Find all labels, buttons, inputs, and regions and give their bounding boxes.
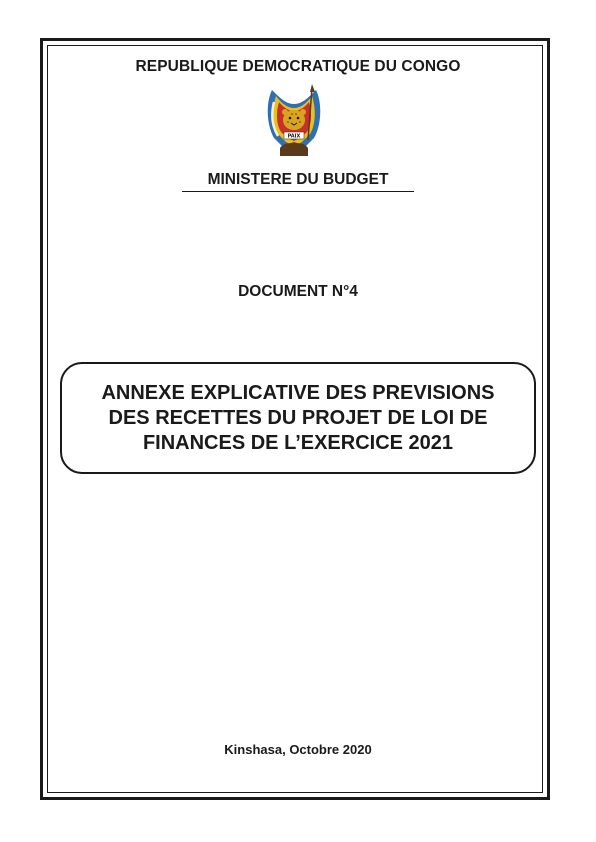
coat-of-arms-icon: PAIX [262,82,326,162]
title-box: ANNEXE EXPLICATIVE DES PREVISIONS DES RE… [60,362,536,474]
place-date: Kinshasa, Octobre 2020 [224,742,372,757]
coat-of-arms-graphic: PAIX [267,84,321,156]
motto-text: PAIX [288,134,301,140]
ministry-heading: MINISTERE DU BUDGET [207,171,389,188]
ministry-underline [182,191,414,192]
republic-heading: REPUBLIQUE DEMOCRATIQUE DU CONGO [135,58,461,75]
title-line-3: FINANCES DE L’EXERCICE 2021 [142,431,454,454]
title-line-1: ANNEXE EXPLICATIVE DES PREVISIONS [101,381,495,404]
document-number: DOCUMENT N°4 [238,283,358,300]
title-line-2: DES RECETTES DU PROJET DE LOI DE [108,406,488,429]
